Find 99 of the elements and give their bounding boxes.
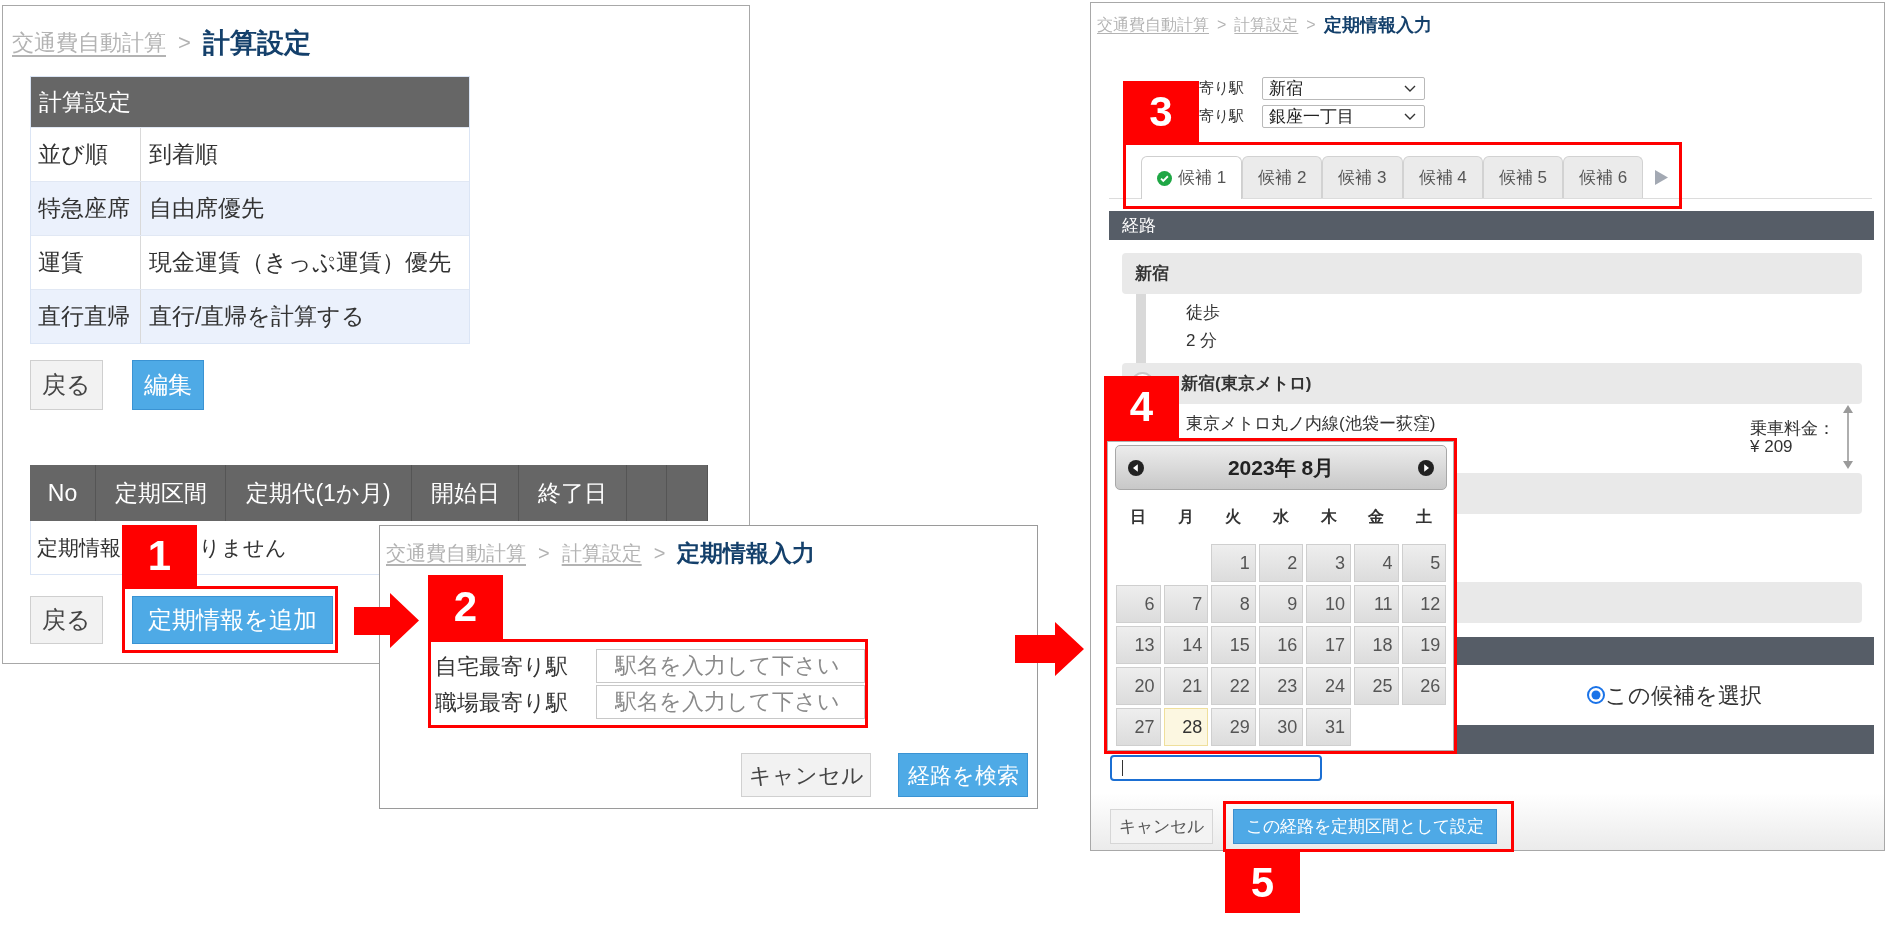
station-input[interactable]: 駅名を入力して下さい — [596, 649, 865, 683]
column-header: 終了日 — [519, 465, 627, 521]
weekday-label: 木 — [1320, 507, 1337, 527]
date-cell[interactable]: 6 — [1116, 585, 1161, 623]
date-cell[interactable]: 21 — [1163, 667, 1209, 705]
weekday-label: 火 — [1225, 507, 1242, 527]
month-title: 2023年 8月 — [1227, 454, 1335, 481]
field-label: 寄り駅 — [1199, 106, 1245, 127]
station-select[interactable]: 銀座一丁目 — [1262, 105, 1425, 128]
double-arrow-icon — [1843, 405, 1853, 469]
breadcrumb-separator: > — [1306, 15, 1316, 35]
weekday-label: 金 — [1368, 507, 1385, 527]
date-cell[interactable]: 10 — [1306, 585, 1351, 623]
date-cell[interactable]: 27 — [1116, 708, 1161, 746]
candidate-tab[interactable]: 候補 5 — [1482, 156, 1563, 198]
column-header: 定期区間 — [96, 465, 226, 521]
route-detail-text: 徒歩 — [1186, 302, 1220, 324]
date-cell[interactable]: 19 — [1401, 626, 1447, 664]
station-input[interactable]: 駅名を入力して下さい — [596, 685, 865, 719]
station-name: 新宿 — [1135, 262, 1169, 285]
date-input[interactable] — [1110, 755, 1322, 781]
right-arrow-icon — [354, 593, 419, 648]
table-cell: 自由席優先 — [141, 182, 469, 235]
station-select[interactable]: 新宿 — [1262, 77, 1425, 100]
chevron-down-icon — [1404, 113, 1416, 120]
field-label: 自宅最寄り駅 — [435, 652, 569, 681]
fare-amount: ¥ 209 — [1750, 438, 1794, 456]
date-cell[interactable]: 20 — [1116, 667, 1161, 705]
date-cell[interactable]: 7 — [1163, 585, 1209, 623]
breadcrumb-separator: > — [538, 541, 550, 566]
date-cell[interactable]: 12 — [1401, 585, 1447, 623]
weekday-label: 月 — [1177, 507, 1194, 527]
date-cell[interactable]: 14 — [1163, 626, 1209, 664]
step-number: 2 — [428, 575, 503, 639]
candidate-tab[interactable]: 候補 6 — [1562, 156, 1644, 198]
candidate-tab[interactable]: 候補 1 — [1141, 156, 1243, 199]
right-arrow-icon — [1015, 622, 1084, 676]
table-cell: 特急座席 — [31, 182, 141, 235]
date-cell[interactable]: 4 — [1353, 544, 1399, 582]
date-cell[interactable]: 11 — [1353, 585, 1399, 623]
route-detail-text: 2 分 — [1186, 330, 1218, 352]
back-button[interactable]: 戻る — [30, 596, 103, 644]
date-cell[interactable]: 13 — [1116, 626, 1161, 664]
weekday-label: 水 — [1273, 507, 1290, 527]
column-header: 開始日 — [412, 465, 519, 521]
table-cell: 直行/直帰を計算する — [141, 290, 469, 343]
date-cell[interactable]: 3 — [1306, 544, 1351, 582]
date-cell[interactable]: 15 — [1211, 626, 1256, 664]
date-cell[interactable]: 30 — [1258, 708, 1304, 746]
candidate-tab[interactable]: 候補 2 — [1242, 156, 1323, 198]
station-name: 新宿(東京メトロ) — [1181, 372, 1312, 395]
column-header: 定期代(1か月) — [226, 465, 412, 521]
breadcrumb-separator: > — [1217, 15, 1227, 35]
date-cell[interactable]: 25 — [1353, 667, 1399, 705]
date-cell[interactable]: 26 — [1401, 667, 1447, 705]
date-cell[interactable]: 9 — [1258, 585, 1304, 623]
table-header: 計算設定 — [31, 77, 469, 127]
empty-message-text: りません — [199, 534, 287, 561]
date-cell[interactable]: 17 — [1306, 626, 1351, 664]
fare-label: 乗車料金： — [1750, 420, 1835, 438]
cancel-button[interactable]: キャンセル — [741, 753, 871, 797]
date-cell[interactable]: 1 — [1211, 544, 1256, 582]
date-cell[interactable]: 29 — [1211, 708, 1256, 746]
date-cell[interactable]: 16 — [1258, 626, 1304, 664]
cancel-button[interactable]: キャンセル — [1110, 809, 1213, 844]
chevron-down-icon — [1404, 85, 1416, 92]
weekday-label: 土 — [1415, 507, 1432, 527]
weekday-label: 日 — [1130, 507, 1147, 527]
page-title: 定期情報入力 — [677, 539, 816, 568]
table-cell: 直行直帰 — [31, 290, 141, 343]
date-cell[interactable]: 8 — [1211, 585, 1256, 623]
breadcrumb-separator: > — [178, 29, 191, 57]
back-button[interactable]: 戻る — [30, 360, 103, 410]
text-cursor-icon — [1122, 760, 1123, 776]
step-number: 4 — [1104, 376, 1179, 438]
date-cell[interactable]: 2 — [1258, 544, 1304, 582]
date-cell[interactable]: 28 — [1163, 708, 1209, 746]
date-cell[interactable]: 24 — [1306, 667, 1351, 705]
breadcrumb-separator: > — [653, 541, 666, 566]
candidate-radio[interactable]: この候補を選択 — [1587, 678, 1762, 712]
field-label: 寄り駅 — [1199, 78, 1245, 99]
line-name: 東京メトロ丸ノ内線(池袋ー荻窪) — [1186, 414, 1436, 434]
candidate-tab[interactable]: 候補 3 — [1322, 156, 1403, 198]
empty-message-text: 定期情報 — [37, 534, 121, 561]
candidate-tab[interactable]: 候補 4 — [1402, 156, 1483, 198]
step-number: 1 — [122, 525, 197, 587]
step-number: 5 — [1225, 852, 1300, 913]
section-header: 経路 — [1109, 211, 1874, 240]
field-label: 職場最寄り駅 — [435, 688, 569, 717]
page-title: 計算設定 — [202, 27, 311, 60]
date-cell[interactable]: 5 — [1401, 544, 1447, 582]
date-cell[interactable]: 23 — [1258, 667, 1304, 705]
date-cell[interactable]: 22 — [1211, 667, 1256, 705]
radio-icon[interactable] — [1587, 686, 1605, 704]
step-number: 3 — [1123, 81, 1199, 142]
date-cell[interactable]: 18 — [1353, 626, 1399, 664]
column-header: No — [30, 465, 96, 521]
date-cell[interactable]: 31 — [1306, 708, 1351, 746]
page-title: 定期情報入力 — [1323, 14, 1432, 37]
